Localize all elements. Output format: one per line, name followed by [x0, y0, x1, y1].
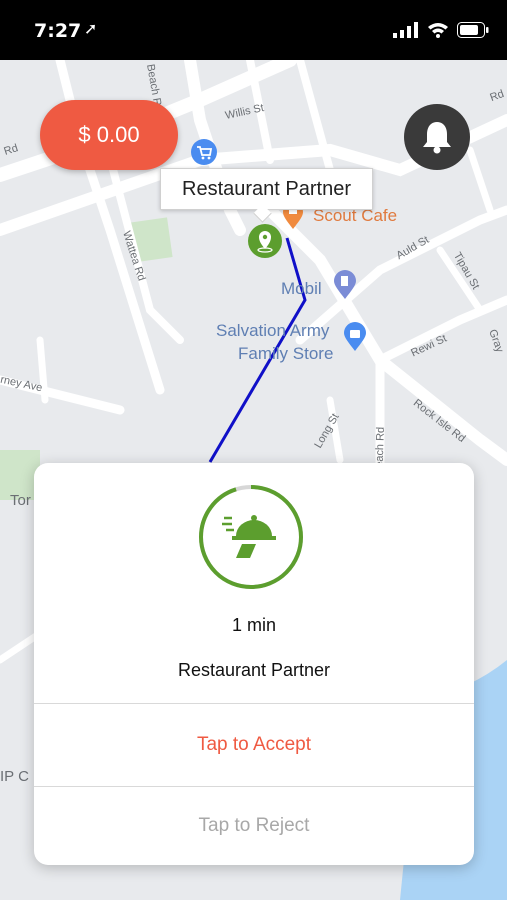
serving-cloche-icon — [222, 515, 276, 558]
shopping-cart-icon — [191, 139, 217, 165]
poi-label-family-store: Family Store — [238, 344, 334, 363]
poi-label-mobil: Mobil — [281, 279, 322, 298]
restaurant-location-marker-icon[interactable] — [247, 223, 283, 259]
countdown-timer-ring — [199, 485, 303, 589]
store-pin-icon — [344, 322, 366, 351]
status-time: 7:27 — [34, 20, 82, 42]
bell-icon — [423, 122, 451, 154]
eta-text: 1 min — [231, 615, 276, 635]
reject-button[interactable]: Tap to Reject — [34, 787, 474, 865]
location-arrow-icon: ➚ — [84, 21, 98, 38]
balance-pill[interactable]: $ 0.00 — [40, 100, 178, 170]
fuel-pin-icon — [334, 270, 356, 299]
wifi-icon — [428, 23, 448, 38]
accept-button[interactable]: Tap to Accept — [34, 704, 474, 786]
status-icons — [393, 22, 489, 38]
signal-icon — [393, 22, 418, 38]
partner-name: Restaurant Partner — [177, 660, 331, 680]
notifications-button[interactable] — [404, 104, 470, 170]
restaurant-tooltip: Restaurant Partner — [160, 168, 373, 210]
poi-label-salvation-army: Salvation Army — [216, 321, 330, 340]
status-bar: 7:27 ➚ — [0, 0, 507, 60]
battery-icon — [457, 22, 489, 38]
order-request-card: 1 min Restaurant Partner Tap to Accept T… — [34, 463, 474, 865]
